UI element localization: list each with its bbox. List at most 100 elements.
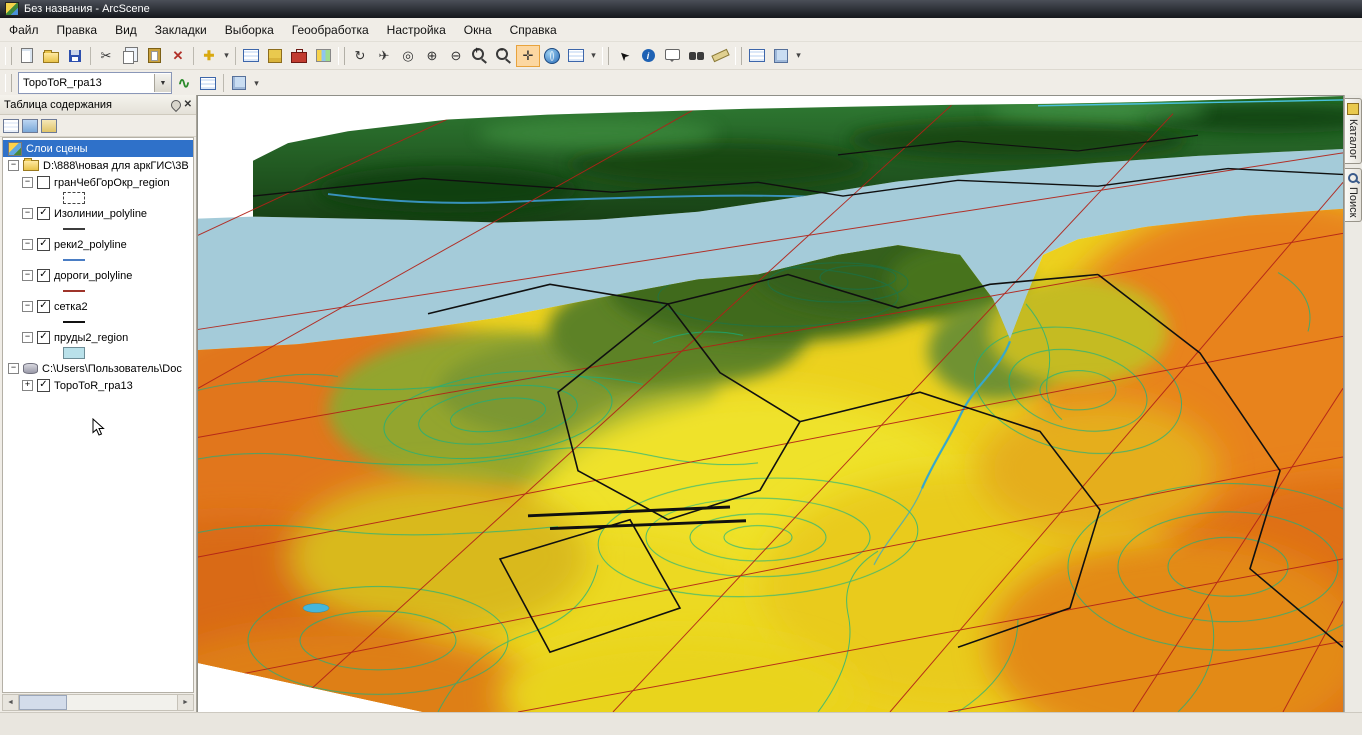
- pin-icon[interactable]: [169, 97, 183, 111]
- globe-icon: [544, 48, 560, 64]
- zoom-out-fixed-button[interactable]: ⊖: [444, 45, 468, 67]
- expander-icon[interactable]: −: [8, 160, 19, 171]
- layer-checkbox[interactable]: ✓: [37, 300, 50, 313]
- tab-search[interactable]: Поиск: [1345, 168, 1362, 222]
- list-by-visibility-icon[interactable]: [41, 119, 57, 133]
- expander-icon[interactable]: −: [22, 239, 33, 250]
- geodatabase-icon: [23, 363, 38, 374]
- toolbar-grip[interactable]: [5, 47, 12, 65]
- expander-icon[interactable]: −: [22, 208, 33, 219]
- snapping-button[interactable]: [196, 72, 220, 94]
- expander-icon[interactable]: −: [22, 301, 33, 312]
- scene-layers-icon: [8, 142, 22, 156]
- scene-properties-button[interactable]: [769, 45, 793, 67]
- expander-icon[interactable]: −: [22, 177, 33, 188]
- layer-symbol-row: [3, 191, 193, 205]
- list-by-drawing-order-icon[interactable]: [3, 119, 19, 133]
- delete-button[interactable]: ✕: [166, 45, 190, 67]
- menu-view[interactable]: Вид: [106, 20, 146, 40]
- menu-windows[interactable]: Окна: [455, 20, 501, 40]
- layer-combo[interactable]: ТороТоR_гра13 ▼: [18, 72, 172, 94]
- layer-checkbox[interactable]: ✓: [37, 331, 50, 344]
- layer-symbol-row: [3, 222, 193, 236]
- scrollbar-thumb[interactable]: [19, 695, 67, 710]
- layer-checkbox[interactable]: ✓: [37, 207, 50, 220]
- fly-tool-button[interactable]: ✈: [372, 45, 396, 67]
- save-button[interactable]: [63, 45, 87, 67]
- toolbar-grip[interactable]: [5, 74, 12, 92]
- edit-sketch-button[interactable]: ∿: [172, 72, 196, 94]
- layer-row-setka2[interactable]: − ✓ сетка2: [3, 298, 193, 315]
- toolbar-grip[interactable]: [602, 47, 609, 65]
- layer-row-izolinii[interactable]: − ✓ Изолинии_polyline: [3, 205, 193, 222]
- catalog-window-button[interactable]: [263, 45, 287, 67]
- toolbar-grip[interactable]: [735, 47, 742, 65]
- toc-horizontal-scrollbar[interactable]: ◄ ►: [2, 694, 194, 711]
- toc-close-icon[interactable]: ✕: [184, 99, 192, 110]
- menu-help[interactable]: Справка: [501, 20, 566, 40]
- layer-label: гранЧебГорОкр_region: [54, 177, 170, 189]
- layer-checkbox[interactable]: ✓: [37, 238, 50, 251]
- expander-icon[interactable]: −: [22, 270, 33, 281]
- copy-button[interactable]: [118, 45, 142, 67]
- edit-sketch-icon: ∿: [178, 74, 191, 92]
- layer-options-button[interactable]: [227, 72, 251, 94]
- menu-geoprocessing[interactable]: Геообработка: [283, 20, 378, 40]
- center-on-target-button[interactable]: ◎: [396, 45, 420, 67]
- list-by-source-icon[interactable]: [22, 119, 38, 133]
- layer-row-granchebgorokr[interactable]: − гранЧебГорОкр_region: [3, 174, 193, 191]
- zoom-in-button[interactable]: [468, 45, 492, 67]
- tab-catalog[interactable]: Каталог: [1345, 98, 1362, 164]
- more-tools-dropdown[interactable]: ▾: [793, 46, 804, 66]
- select-features-button[interactable]: ➤: [612, 45, 636, 67]
- layer-checkbox[interactable]: ✓: [37, 269, 50, 282]
- add-data-button[interactable]: ✚: [197, 45, 221, 67]
- layer-checkbox[interactable]: ✓: [37, 379, 50, 392]
- full-extent-button[interactable]: [540, 45, 564, 67]
- viewer-window-button[interactable]: [745, 45, 769, 67]
- cut-button[interactable]: ✂: [94, 45, 118, 67]
- new-document-button[interactable]: [15, 45, 39, 67]
- pan-button[interactable]: ✛: [516, 45, 540, 67]
- dropdown-arrow-icon: ▾: [591, 50, 596, 61]
- scrollbar-track[interactable]: [19, 695, 177, 710]
- html-popup-button[interactable]: [660, 45, 684, 67]
- menu-edit[interactable]: Правка: [48, 20, 107, 40]
- toolbar-grip[interactable]: [338, 47, 345, 65]
- expander-icon[interactable]: −: [22, 332, 33, 343]
- menu-customize[interactable]: Настройка: [378, 20, 455, 40]
- scene-viewport[interactable]: [197, 95, 1344, 713]
- tree-group-folder[interactable]: − D:\888\новая для аркГИС\3В: [3, 157, 193, 174]
- extent-dropdown[interactable]: ▾: [588, 46, 599, 66]
- find-button[interactable]: [684, 45, 708, 67]
- extent-options-button[interactable]: [564, 45, 588, 67]
- group1-label: D:\888\новая для аркГИС\3В: [43, 160, 189, 172]
- menu-file[interactable]: Файл: [0, 20, 48, 40]
- menu-bookmarks[interactable]: Закладки: [146, 20, 216, 40]
- identify-button[interactable]: i: [636, 45, 660, 67]
- expander-icon[interactable]: +: [22, 380, 33, 391]
- toolbox-window-button[interactable]: [287, 45, 311, 67]
- layer-row-prudy2[interactable]: − ✓ пруды2_region: [3, 329, 193, 346]
- tree-root-scene-layers[interactable]: Слои сцены: [3, 140, 193, 157]
- combo-arrow-icon[interactable]: ▼: [154, 74, 171, 92]
- modelbuilder-button[interactable]: [311, 45, 335, 67]
- tree-group-geodatabase[interactable]: − C:\Users\Пользователь\Doc: [3, 360, 193, 377]
- layer-row-topotor[interactable]: + ✓ ТороТоR_гра13: [3, 377, 193, 394]
- layer-options-dropdown[interactable]: ▾: [251, 73, 262, 93]
- orbit-tool-button[interactable]: ↻: [348, 45, 372, 67]
- paste-button[interactable]: [142, 45, 166, 67]
- scroll-right-icon[interactable]: ►: [177, 695, 193, 710]
- open-document-button[interactable]: [39, 45, 63, 67]
- layer-checkbox[interactable]: [37, 176, 50, 189]
- menu-selection[interactable]: Выборка: [216, 20, 283, 40]
- layer-row-dorogi[interactable]: − ✓ дороги_polyline: [3, 267, 193, 284]
- add-data-dropdown[interactable]: ▾: [221, 46, 232, 66]
- layer-row-reki2[interactable]: − ✓ реки2_polyline: [3, 236, 193, 253]
- zoom-in-fixed-button[interactable]: ⊕: [420, 45, 444, 67]
- measure-button[interactable]: [708, 45, 732, 67]
- table-of-contents-button[interactable]: [239, 45, 263, 67]
- zoom-out-button[interactable]: [492, 45, 516, 67]
- scroll-left-icon[interactable]: ◄: [3, 695, 19, 710]
- expander-icon[interactable]: −: [8, 363, 19, 374]
